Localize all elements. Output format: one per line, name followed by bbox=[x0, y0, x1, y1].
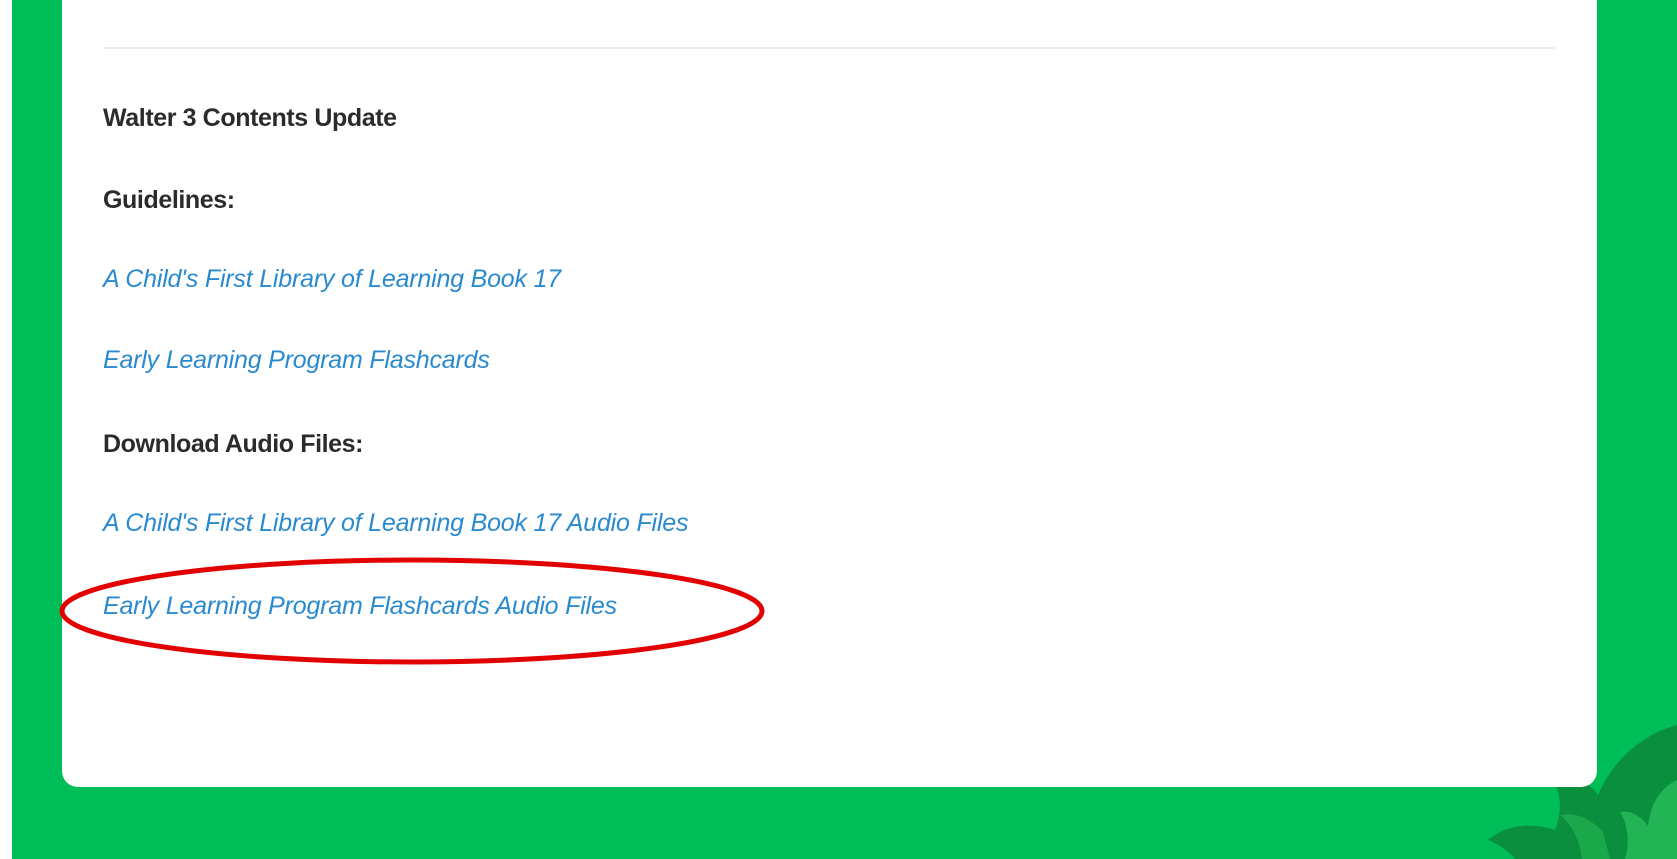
flashcards-audio-files-link[interactable]: Early Learning Program Flashcards Audio … bbox=[103, 592, 617, 621]
book-17-audio-files-link[interactable]: A Child's First Library of Learning Book… bbox=[103, 509, 688, 538]
download-audio-heading: Download Audio Files: bbox=[103, 430, 364, 458]
content-card: Walter 3 Contents Update Guidelines: A C… bbox=[62, 0, 1597, 787]
book-17-guideline-link[interactable]: A Child's First Library of Learning Book… bbox=[103, 265, 561, 294]
divider bbox=[103, 47, 1555, 49]
page-title: Walter 3 Contents Update bbox=[103, 104, 397, 132]
guidelines-heading: Guidelines: bbox=[103, 186, 235, 214]
flashcards-guideline-link[interactable]: Early Learning Program Flashcards bbox=[103, 346, 490, 375]
